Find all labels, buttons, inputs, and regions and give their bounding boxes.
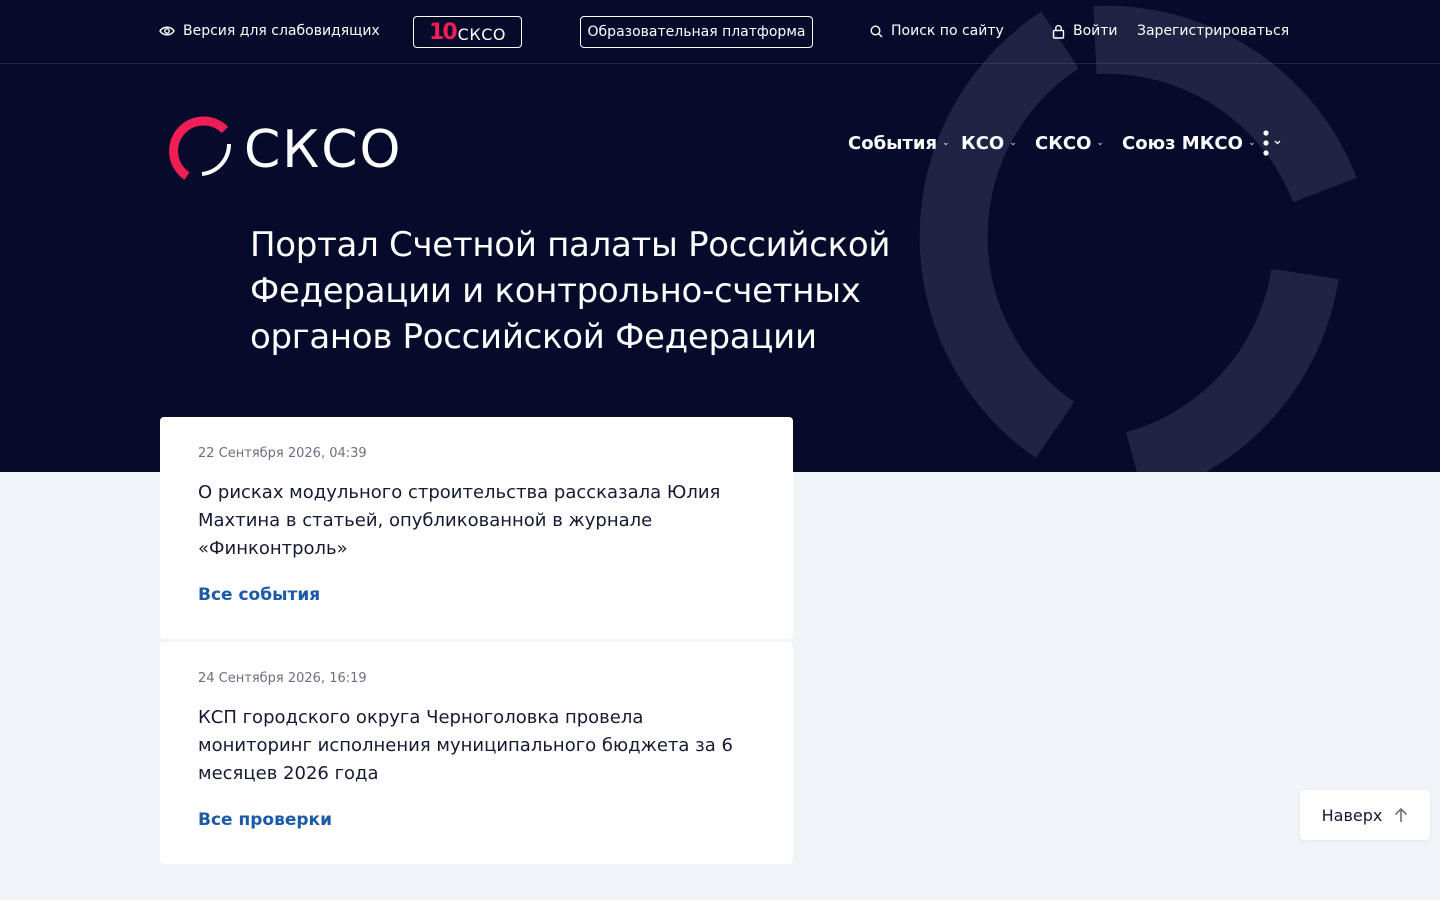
news-headline[interactable]: КСП городского округа Черноголовка прове… xyxy=(198,704,758,788)
nav-item-skso[interactable]: СКСО ⌄ xyxy=(1035,126,1104,160)
hero-section: Версия для слабовидящих 10 СКСО Образова… xyxy=(0,0,1440,472)
all-events-link[interactable]: Все события xyxy=(198,585,320,605)
logo-text: СКСО xyxy=(244,120,403,180)
lock-icon xyxy=(1052,24,1065,39)
nav-item-events[interactable]: События ⌄ xyxy=(848,126,950,160)
news-date: 24 Сентября 2026, 16:19 xyxy=(198,671,367,686)
login-label: Войти xyxy=(1073,23,1118,39)
portal-title-line-3: органов Российской Федерации xyxy=(250,317,817,357)
chevron-down-icon: ⌄ xyxy=(942,138,950,148)
education-platform-button[interactable]: Образовательная платформа xyxy=(580,16,813,48)
nav-item-soyuz-mkso[interactable]: Союз МКСО ⌄ xyxy=(1122,126,1255,160)
search-icon xyxy=(870,24,883,37)
chevron-down-icon: ⌄ xyxy=(1247,138,1256,148)
accessibility-link[interactable]: Версия для слабовидящих xyxy=(159,0,380,62)
anniversary-abbr: СКСО xyxy=(457,24,506,44)
chevron-down-icon: ⌄ xyxy=(1009,138,1017,148)
anniversary-badge-button[interactable]: 10 СКСО xyxy=(413,16,522,48)
all-inspections-link[interactable]: Все проверки xyxy=(198,810,332,830)
eye-icon xyxy=(159,26,175,36)
news-headline[interactable]: О рисках модульного строительства расска… xyxy=(198,479,758,563)
site-logo[interactable]: СКСО xyxy=(159,104,421,184)
top-bar: Версия для слабовидящих 10 СКСО Образова… xyxy=(0,0,1440,64)
arrow-up-icon xyxy=(1395,807,1408,822)
scroll-to-top-button[interactable]: Наверх xyxy=(1300,790,1430,840)
chevron-down-icon: ⌄ xyxy=(1096,138,1104,148)
news-card: 24 Сентября 2026, 16:19 КСП городского о… xyxy=(160,642,793,864)
portal-title-line-2: Федерации и контрольно-счетных xyxy=(250,271,861,311)
nav-item-events-label: События xyxy=(848,132,938,154)
more-vertical-icon xyxy=(1263,130,1281,156)
news-date: 22 Сентября 2026, 04:39 xyxy=(198,446,367,461)
nav-item-skso-label: СКСО xyxy=(1035,132,1092,154)
more-menu-button[interactable] xyxy=(1260,128,1286,158)
portal-title-line-1: Портал Счетной палаты Российской xyxy=(250,225,891,265)
nav-item-kso-label: КСО xyxy=(961,132,1005,154)
accessibility-label: Версия для слабовидящих xyxy=(183,23,380,39)
site-search-link[interactable]: Поиск по сайту xyxy=(870,0,1004,62)
logo-ring-icon xyxy=(169,116,232,180)
register-link[interactable]: Зарегистрироваться xyxy=(1137,0,1289,62)
scroll-to-top-label: Наверх xyxy=(1321,805,1383,825)
login-link[interactable]: Войти xyxy=(1052,0,1118,62)
portal-title: Портал Счетной палаты Российской Федерац… xyxy=(250,222,950,360)
search-label: Поиск по сайту xyxy=(891,23,1004,39)
anniversary-number: 10 xyxy=(429,19,458,45)
nav-item-kso[interactable]: КСО ⌄ xyxy=(961,126,1017,160)
nav-item-soyuz-mkso-label: Союз МКСО xyxy=(1122,132,1243,154)
news-card: 22 Сентября 2026, 04:39 О рисках модульн… xyxy=(160,417,793,639)
